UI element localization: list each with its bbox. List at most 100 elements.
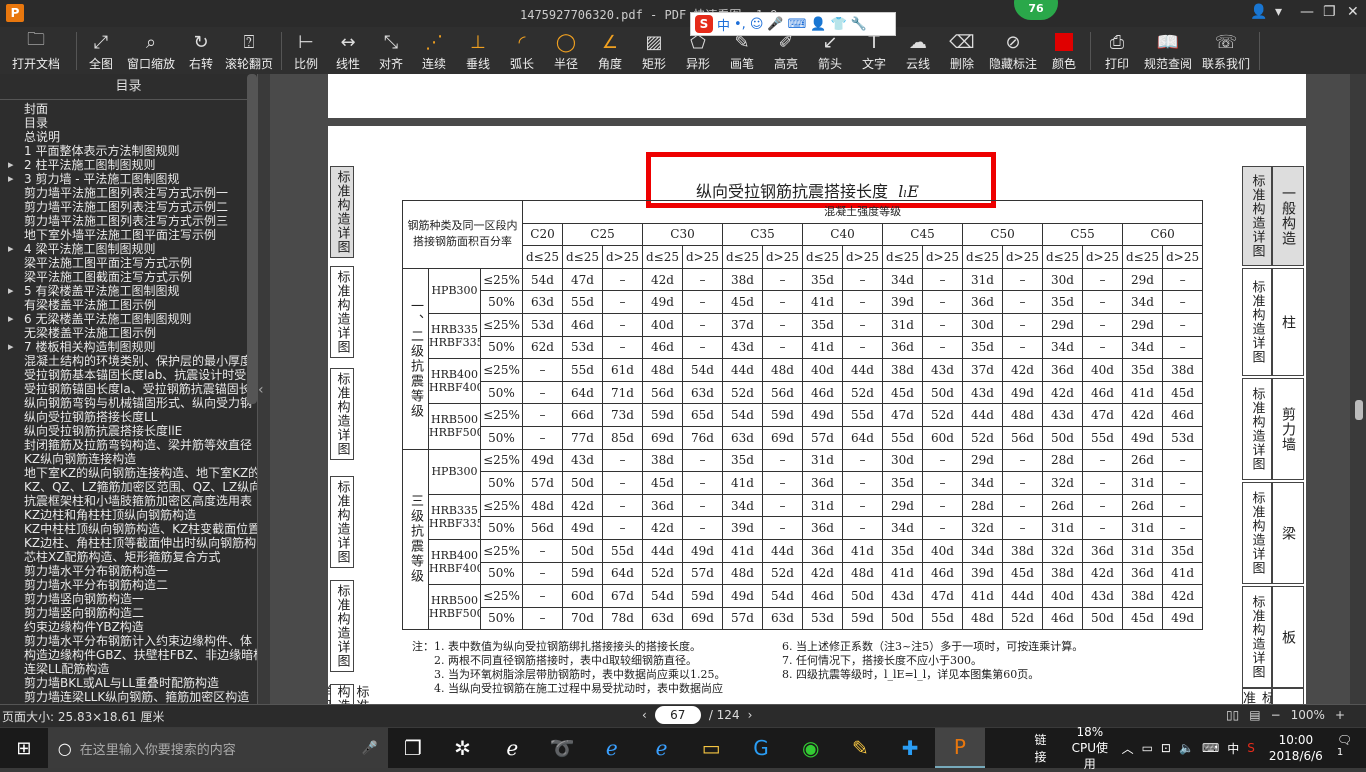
sogou-tray-icon[interactable]: S (1247, 741, 1255, 755)
keyboard-icon[interactable]: ⌨ (1202, 741, 1219, 755)
mic-icon[interactable]: 🎤 (362, 741, 378, 756)
toc-item[interactable]: 纵向受拉钢筋搭接长度LL (0, 410, 257, 424)
notes-app-icon[interactable]: ✎ (836, 728, 886, 768)
toolbar-button-printer[interactable]: ⎙打印 (1095, 27, 1139, 74)
toc-item[interactable]: 总说明 (0, 130, 257, 144)
toc-item[interactable]: 剪力墙平法施工图列表注写方式示例二 (0, 200, 257, 214)
blank-task[interactable] (985, 728, 1035, 768)
toolbar-button-folder[interactable]: 🗀打开文档 (0, 27, 72, 74)
file-explorer-icon[interactable]: ▭ (686, 728, 736, 768)
toc-item[interactable]: 目录 (0, 116, 257, 130)
toolbar-button-radius[interactable]: ◯半径 (544, 27, 588, 74)
toolbar-button-scale[interactable]: ⊢比例 (286, 27, 326, 74)
toolbar-button-angle[interactable]: ∠角度 (588, 27, 632, 74)
user-icon[interactable]: 👤 (1250, 4, 1267, 20)
viewer-scrollbar[interactable] (1355, 400, 1363, 420)
toolbar-button-perpendicular[interactable]: ⊥垂线 (456, 27, 500, 74)
toc-item[interactable]: KZ中柱柱顶纵向钢筋构造、KZ柱变截面位置 (0, 522, 257, 536)
volume-icon[interactable]: 🔈 (1179, 741, 1194, 755)
two-page-view-icon[interactable]: ▯▯ (1226, 708, 1239, 722)
toolbar-button-cloud-line[interactable]: ☁云线 (896, 27, 940, 74)
toc-item[interactable]: 无梁楼盖平法施工图示例 (0, 326, 257, 340)
network-icon[interactable]: ⊡ (1161, 741, 1171, 755)
toc-item[interactable]: 受拉钢筋基本锚固长度lab、抗震设计时受 (0, 368, 257, 382)
toolbar-button-rectangle-area[interactable]: ▨矩形 (632, 27, 676, 74)
toc-item[interactable]: 剪力墙BKL或AL与LL重叠时配筋构造 (0, 676, 257, 690)
task-view-icon[interactable]: ❐ (388, 728, 438, 768)
toc-item[interactable]: KZ边柱和角柱柱顶纵向钢筋构造 (0, 508, 257, 522)
toolbar-button-eraser[interactable]: ⌫删除 (940, 27, 984, 74)
toc-item[interactable]: 剪力墙平法施工图列表注写方式示例三 (0, 214, 257, 228)
zoom-out-icon[interactable]: − (1271, 708, 1281, 722)
ie-browser-icon[interactable]: ℯ (487, 728, 537, 768)
user-icon[interactable]: 👤 (810, 17, 826, 32)
chevron-up-icon[interactable]: ︿ (1122, 740, 1134, 757)
wrench-icon[interactable]: 🔧 (851, 17, 867, 32)
toc-item[interactable]: KZ纵向钢筋连接构造 (0, 452, 257, 466)
ime-indicator[interactable]: 中 (1227, 740, 1239, 757)
toolbar-button-linear-dimension[interactable]: ↔线性 (326, 27, 370, 74)
toc-item[interactable]: 构造边缘构件GBZ、扶壁柱FBZ、非边缘暗柱 (0, 648, 257, 662)
score-badge[interactable]: 76 (1014, 0, 1058, 20)
swirl-app-icon[interactable]: ➰ (537, 728, 587, 768)
toc-item[interactable]: 地下室KZ的纵向钢筋连接构造、地下室KZ的 (0, 466, 257, 480)
next-page-icon[interactable]: › (748, 708, 753, 722)
side-tab-0[interactable]: 标准构造详图一般构造 (1242, 166, 1304, 266)
toolbar-button-expand[interactable]: ⤢全图 (81, 27, 121, 74)
ime-toolbar[interactable]: S 中 •, ☺ 🎤 ⌨ 👤 👕 🔧 (690, 12, 896, 36)
toc-item[interactable]: 混凝土结构的环境类别、保护层的最小厚度 (0, 354, 257, 368)
toc-scrollbar[interactable] (247, 74, 257, 404)
toolbar-button-continuous-dimension[interactable]: ⋰连续 (412, 27, 456, 74)
keyboard-icon[interactable]: ⌨ (788, 17, 807, 32)
shirt-icon[interactable]: 👕 (831, 17, 847, 32)
ime-lang[interactable]: 中 (717, 15, 730, 34)
minimize-icon[interactable]: — (1300, 4, 1314, 20)
page-number-input[interactable] (655, 706, 701, 724)
side-tab-5[interactable]: 标准 (1242, 688, 1304, 704)
g-app-icon[interactable]: G (736, 728, 786, 768)
plus-app-icon[interactable]: ✚ (885, 728, 935, 768)
side-tab-2[interactable]: 标准构造详图剪力墙 (1242, 378, 1304, 480)
side-tab-4[interactable]: 标准构造详图板 (1242, 586, 1304, 688)
toc-item[interactable]: 地下室外墙平法施工图平面注写示例 (0, 228, 257, 242)
fan-app-icon[interactable]: ✲ (438, 728, 488, 768)
toc-item[interactable]: 连梁LL配筋构造 (0, 662, 257, 676)
toc-item[interactable]: 封闭箍筋及拉筋弯钩构造、梁并筋等效直径 (0, 438, 257, 452)
battery-icon[interactable]: ▭ (1142, 741, 1153, 755)
taskbar-search[interactable]: ○ 在这里输入你要搜索的内容 🎤 (48, 728, 388, 768)
edge-browser-icon[interactable]: ℯ (587, 728, 637, 768)
toc-item[interactable]: 梁平法施工图平面注写方式示例 (0, 256, 257, 270)
toc-item[interactable]: 纵向受拉钢筋抗震搭接长度llE (0, 424, 257, 438)
side-tab-3[interactable]: 标准构造详图梁 (1242, 482, 1304, 584)
toc-item[interactable]: 受拉钢筋锚固长度la、受拉钢筋抗震锚固长 (0, 382, 257, 396)
toc-item[interactable]: KZ、QZ、LZ箍筋加密区范围、QZ、LZ纵向钢 (0, 480, 257, 494)
color-button[interactable]: 颜色 (1042, 27, 1086, 74)
toc-item[interactable]: 芯柱XZ配筋构造、矩形箍筋复合方式 (0, 550, 257, 564)
pdf-viewer-task-icon[interactable]: P (935, 728, 985, 768)
clock[interactable]: 10:002018/6/6 (1263, 732, 1329, 764)
green-app-icon[interactable]: ◉ (786, 728, 836, 768)
toc-item[interactable]: 抗震框架柱和小墙肢箍筋加密区高度选用表 (0, 494, 257, 508)
toc-item[interactable]: 3 剪力墙 - 平法施工图制图规 (0, 172, 257, 186)
notification-icon[interactable]: 🗨1 (1337, 733, 1358, 763)
toc-item[interactable]: 有梁楼盖平法施工图示例 (0, 298, 257, 312)
toolbar-button-magnifier[interactable]: ⌕窗口缩放 (121, 27, 181, 74)
toc-item[interactable]: 剪力墙连梁LLK纵向钢筋、箍筋加密区构造 (0, 690, 257, 704)
toolbar-button-support[interactable]: ☏联系我们 (1197, 27, 1255, 74)
toc-item[interactable]: 剪力墙水平分布钢筋构造一 (0, 564, 257, 578)
toc-item[interactable]: 2 柱平法施工图制图规则 (0, 158, 257, 172)
link-label[interactable]: 链接 (1035, 731, 1059, 765)
zoom-level[interactable]: 100% (1291, 708, 1325, 722)
toc-item[interactable]: 7 楼板相关构造制图规则 (0, 340, 257, 354)
toc-item[interactable]: 剪力墙水平分布钢筋构造二 (0, 578, 257, 592)
internet-explorer-icon[interactable]: ℯ (637, 728, 687, 768)
zoom-in-icon[interactable]: + (1335, 708, 1345, 722)
toolbar-button-aligned-dimension[interactable]: ⤡对齐 (370, 27, 412, 74)
toolbar-button-rotate-right[interactable]: ↻右转 (181, 27, 221, 74)
collapse-sidebar-icon[interactable]: ‹ (258, 382, 264, 398)
menu-dropdown-icon[interactable]: ▾ (1275, 4, 1282, 20)
prev-page-icon[interactable]: ‹ (642, 708, 647, 722)
toolbar-button-book[interactable]: 📖规范查阅 (1139, 27, 1197, 74)
toolbar-button-hide-eye[interactable]: ⊘隐藏标注 (984, 27, 1042, 74)
single-page-view-icon[interactable]: ▤ (1249, 708, 1260, 722)
